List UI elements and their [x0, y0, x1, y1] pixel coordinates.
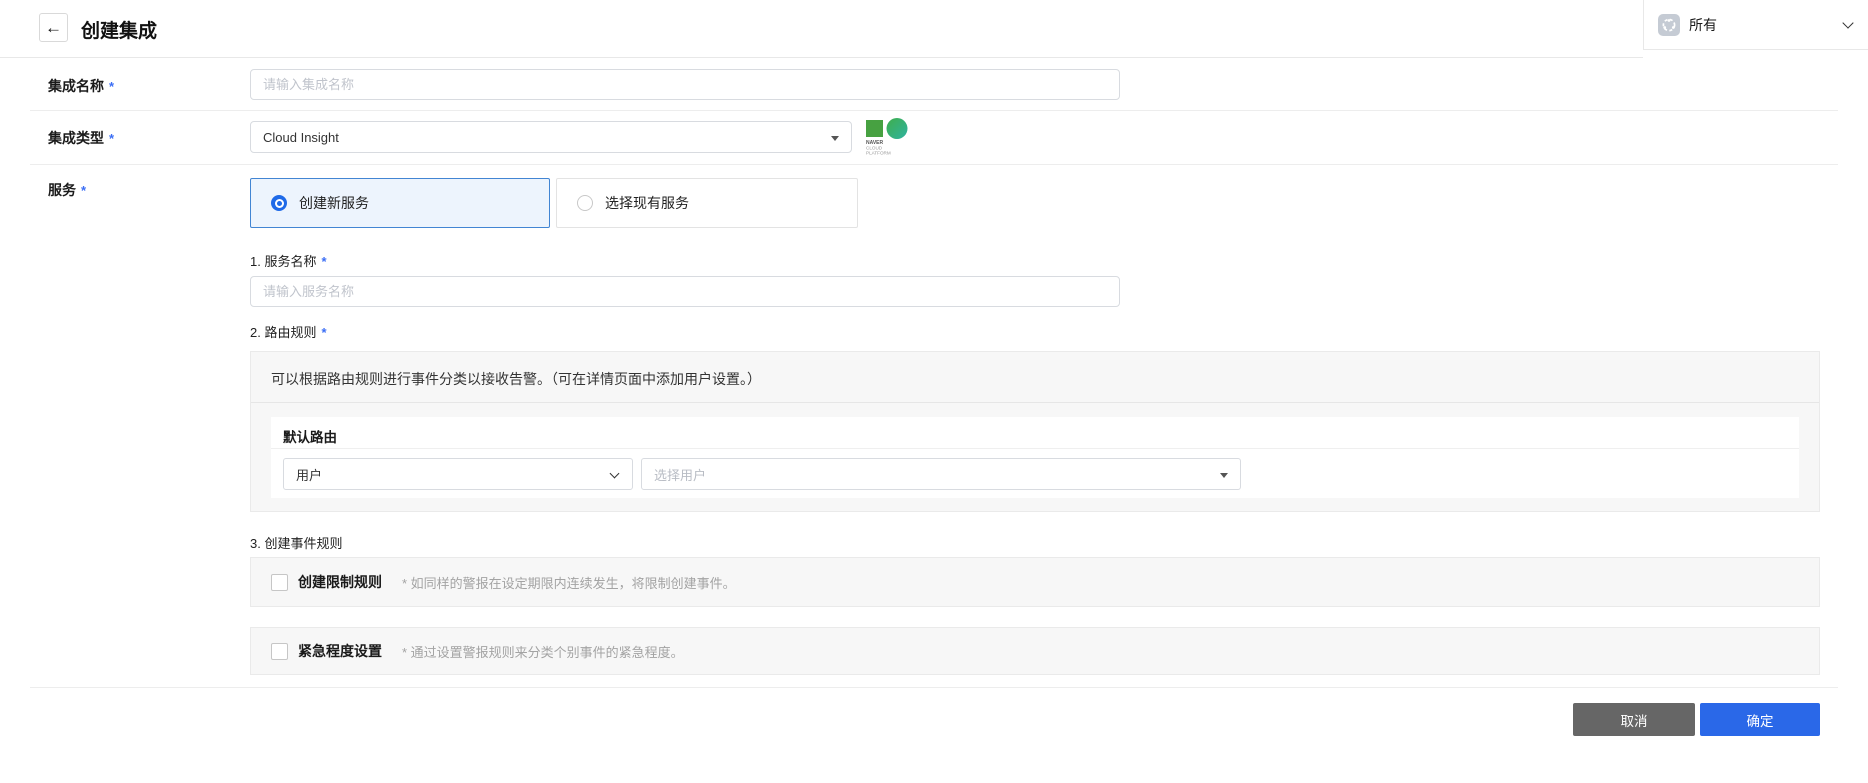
naver-cloud-platform-logo: NAVER CLOUD PLATFORM	[866, 117, 936, 155]
back-button[interactable]: ←	[39, 13, 68, 42]
urgency-setting-checkbox[interactable]	[271, 643, 288, 660]
service-option-select-existing[interactable]: 选择现有服务	[556, 178, 858, 228]
chevron-down-icon	[1842, 17, 1853, 28]
required-marker: *	[81, 183, 86, 198]
panel-divider	[271, 448, 1799, 449]
dropdown-caret-icon	[1220, 473, 1228, 478]
default-route-title: 默认路由	[283, 426, 337, 446]
event-rule-step-label: 3. 创建事件规则	[250, 533, 342, 552]
route-target-type-select[interactable]: 用户	[283, 458, 633, 490]
header-divider	[0, 57, 1643, 58]
integration-type-select[interactable]: Cloud Insight	[250, 121, 852, 153]
routing-rule-description: 可以根据路由规则进行事件分类以接收告警。（可在详情页面中添加用户设置。）	[271, 369, 761, 389]
urgency-setting-hint: * 通过设置警报规则来分类个别事件的紧急程度。	[402, 642, 684, 661]
radio-selected-icon[interactable]	[271, 195, 287, 211]
required-marker: *	[109, 79, 114, 94]
service-option-create-new[interactable]: 创建新服务	[250, 178, 550, 228]
create-integration-page: ← 创建集成 所有 集成名称* 集成类型* Cloud Insight	[0, 0, 1868, 783]
cancel-button[interactable]: 取消	[1573, 703, 1695, 736]
required-marker: *	[321, 325, 326, 340]
integration-type-value: Cloud Insight	[263, 130, 339, 145]
urgency-setting-label: 紧急程度设置	[298, 641, 382, 661]
limit-rule-label: 创建限制规则	[298, 572, 382, 592]
limit-rule-checkbox[interactable]	[271, 574, 288, 591]
row-divider	[30, 687, 1838, 688]
integration-type-label: 集成类型*	[48, 128, 114, 148]
row-divider	[30, 110, 1838, 111]
route-user-select[interactable]: 选择用户	[641, 458, 1241, 490]
service-name-step-label: 1. 服务名称*	[250, 251, 327, 270]
route-user-placeholder: 选择用户	[654, 465, 706, 484]
limit-rule-panel: 创建限制规则 * 如同样的警报在设定期限内连续发生，将限制创建事件。	[250, 557, 1820, 607]
limit-rule-hint: * 如同样的警报在设定期限内连续发生，将限制创建事件。	[402, 573, 736, 592]
integration-name-label: 集成名称*	[48, 76, 114, 96]
svg-text:PLATFORM: PLATFORM	[866, 151, 891, 156]
radio-unselected-icon[interactable]	[577, 195, 593, 211]
default-route-subpanel: 默认路由 用户 选择用户	[271, 417, 1799, 498]
service-label: 服务*	[48, 180, 86, 200]
urgency-setting-panel: 紧急程度设置 * 通过设置警报规则来分类个别事件的紧急程度。	[250, 627, 1820, 675]
required-marker: *	[321, 254, 326, 269]
service-option-label: 选择现有服务	[605, 193, 689, 213]
required-marker: *	[109, 131, 114, 146]
route-target-type-value: 用户	[296, 465, 322, 484]
chevron-down-icon	[610, 469, 620, 479]
group-icon	[1658, 14, 1680, 36]
row-divider	[30, 164, 1838, 165]
scope-filter-dropdown[interactable]: 所有	[1643, 0, 1868, 50]
scope-filter-label: 所有	[1689, 15, 1717, 35]
routing-rule-panel: 可以根据路由规则进行事件分类以接收告警。（可在详情页面中添加用户设置。） 默认路…	[250, 351, 1820, 512]
confirm-button[interactable]: 确定	[1700, 703, 1820, 736]
service-name-input[interactable]	[250, 276, 1120, 307]
service-option-label: 创建新服务	[299, 193, 369, 213]
integration-name-input[interactable]	[250, 69, 1120, 100]
dropdown-caret-icon	[831, 136, 839, 141]
panel-divider	[251, 402, 1819, 403]
routing-rule-step-label: 2. 路由规则*	[250, 322, 327, 341]
page-title: 创建集成	[81, 16, 157, 43]
